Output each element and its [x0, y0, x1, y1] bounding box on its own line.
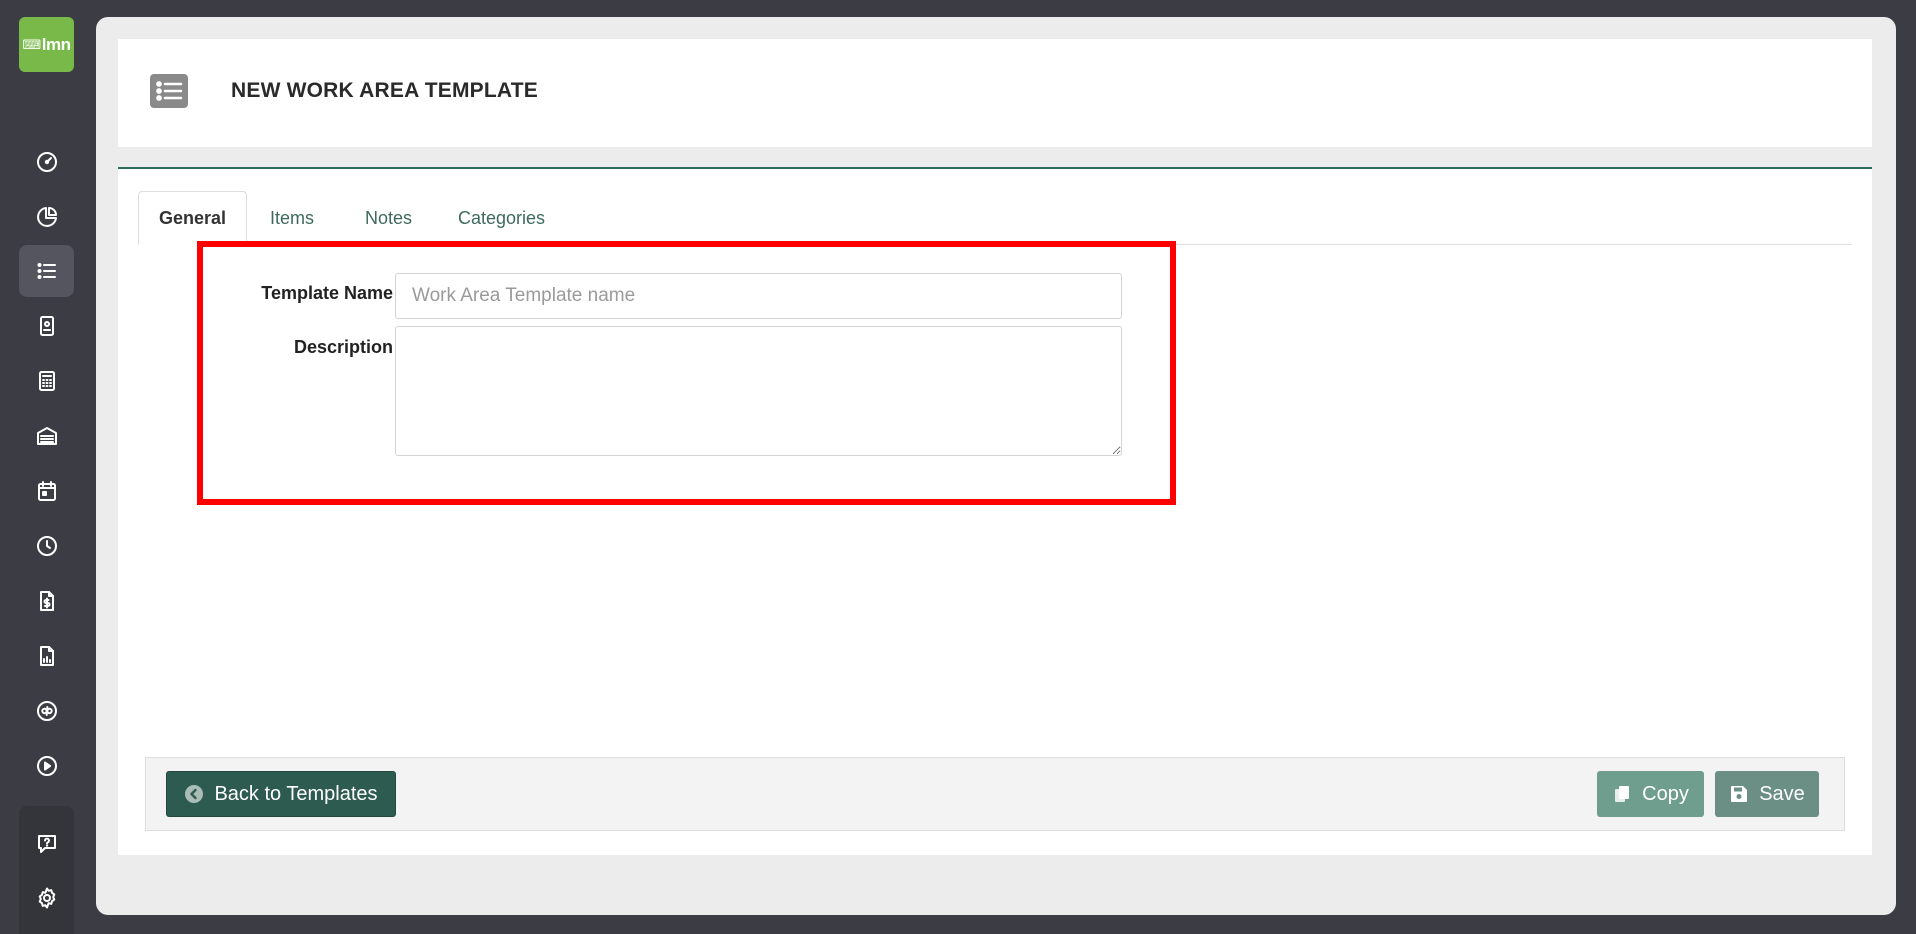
description-textarea[interactable] [395, 326, 1122, 456]
list-icon [37, 263, 56, 279]
description-label: Description [293, 337, 393, 357]
help-chat-icon [37, 835, 56, 853]
nav-tutorials[interactable] [19, 740, 74, 792]
nav-timesheets[interactable] [19, 520, 74, 572]
report-chart-icon [39, 646, 54, 666]
tab-notes[interactable]: Notes [345, 191, 432, 245]
calculator-icon [38, 371, 55, 391]
nav-invoices[interactable] [19, 575, 74, 627]
tab-bar: General Items Notes Categories [138, 191, 1852, 245]
nav-schedule[interactable] [19, 465, 74, 517]
copy-icon [1615, 786, 1630, 802]
copy-button[interactable]: Copy [1597, 771, 1704, 817]
nav-templates[interactable] [19, 245, 74, 297]
list-icon [150, 74, 188, 108]
back-button-label: Back to Templates [214, 782, 378, 805]
contact-card-icon [39, 316, 54, 336]
template-name-input[interactable] [395, 273, 1122, 319]
save-button-label: Save [1759, 782, 1805, 805]
dashboard-gauge-icon [36, 152, 57, 172]
nav-help[interactable] [19, 818, 74, 870]
page-header: NEW WORK AREA TEMPLATE [118, 39, 1872, 147]
nav-estimates[interactable] [19, 355, 74, 407]
nav-contacts[interactable] [19, 300, 74, 352]
tab-items[interactable]: Items [250, 191, 334, 245]
quickbooks-icon [36, 701, 57, 721]
save-button[interactable]: Save [1715, 771, 1819, 817]
chevron-left-circle-icon [185, 785, 204, 803]
back-to-templates-button[interactable]: Back to Templates [166, 771, 396, 817]
copy-button-label: Copy [1642, 782, 1689, 805]
nav-reports[interactable] [19, 630, 74, 682]
nav-dashboard[interactable] [19, 136, 74, 188]
page-title: NEW WORK AREA TEMPLATE [231, 79, 538, 102]
tab-general[interactable]: General [138, 191, 248, 245]
calendar-icon [37, 481, 56, 501]
form-footer: Back to Templates Copy Save [145, 757, 1845, 831]
main-panel: NEW WORK AREA TEMPLATE General Items Not… [96, 17, 1896, 915]
garage-icon [36, 427, 57, 445]
invoice-dollar-icon [39, 591, 54, 611]
logo-text: lmn [41, 34, 71, 54]
sidebar: ⌨ lmn [0, 0, 95, 934]
template-form-card: General Items Notes Categories Template … [118, 167, 1872, 855]
nav-analytics[interactable] [19, 191, 74, 243]
play-circle-icon [36, 756, 57, 776]
tab-categories[interactable]: Categories [438, 191, 565, 245]
nav-quickbooks[interactable] [19, 685, 74, 737]
nav-equipment[interactable] [19, 410, 74, 462]
app-logo[interactable]: ⌨ lmn [19, 17, 74, 72]
sidebar-bottom-group [19, 806, 74, 934]
settings-gear-icon [38, 887, 55, 909]
save-floppy-icon [1731, 786, 1748, 802]
clock-icon [36, 536, 57, 556]
nav-settings[interactable] [19, 872, 74, 924]
pie-chart-icon [36, 207, 57, 227]
template-name-label: Template Name [261, 283, 393, 303]
